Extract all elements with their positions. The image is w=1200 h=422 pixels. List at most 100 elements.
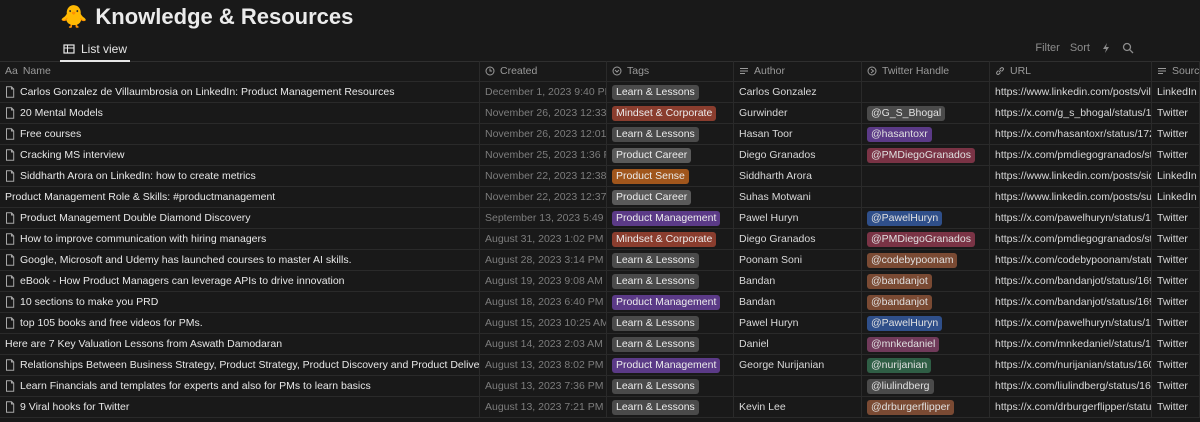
tags-cell[interactable]: Learn & Lessons — [607, 334, 734, 354]
source-cell[interactable]: LinkedIn — [1152, 166, 1200, 186]
table-row[interactable]: Google, Microsoft and Udemy has launched… — [0, 250, 1200, 271]
name-cell[interactable]: eBook - How Product Managers can leverag… — [0, 271, 480, 291]
name-cell[interactable]: top 105 books and free videos for PMs. — [0, 313, 480, 333]
column-header-name[interactable]: Aa Name — [0, 61, 480, 81]
row-name[interactable]: 9 Viral hooks for Twitter — [20, 401, 129, 413]
tags-cell[interactable]: Product Career — [607, 187, 734, 207]
name-cell[interactable]: Carlos Gonzalez de Villaumbrosia on Link… — [0, 82, 480, 102]
author-cell[interactable]: Pawel Huryn — [734, 208, 862, 228]
source-cell[interactable]: Twitter — [1152, 376, 1200, 396]
url-cell[interactable]: https://x.com/mnkedaniel/status/169 — [990, 334, 1152, 354]
search-icon[interactable] — [1122, 42, 1134, 54]
url-cell[interactable]: https://x.com/nurijanian/status/16091 — [990, 355, 1152, 375]
name-cell[interactable]: 9 Viral hooks for Twitter — [0, 397, 480, 417]
source-cell[interactable]: Twitter — [1152, 397, 1200, 417]
tags-cell[interactable]: Product Management — [607, 292, 734, 312]
table-row[interactable]: 10 sections to make you PRD August 18, 20… — [0, 292, 1200, 313]
url-cell[interactable]: https://x.com/pawelhuryn/status/169 — [990, 313, 1152, 333]
column-header-created[interactable]: Created — [480, 61, 607, 81]
name-cell[interactable]: How to improve communication with hiring… — [0, 229, 480, 249]
table-row[interactable]: Product Management Role & Skills: #produ… — [0, 187, 1200, 208]
lightning-icon[interactable] — [1100, 42, 1112, 54]
tags-cell[interactable]: Learn & Lessons — [607, 397, 734, 417]
row-name[interactable]: Cracking MS interview — [20, 149, 124, 161]
url-cell[interactable]: https://www.linkedin.com/posts/villaumbr… — [990, 82, 1152, 102]
source-cell[interactable]: Twitter — [1152, 271, 1200, 291]
row-name[interactable]: Product Management Double Diamond Discov… — [20, 212, 251, 224]
source-cell[interactable]: Twitter — [1152, 250, 1200, 270]
source-cell[interactable]: Twitter — [1152, 145, 1200, 165]
name-cell[interactable]: Product Management Double Diamond Discov… — [0, 208, 480, 228]
row-name[interactable]: Learn Financials and templates for exper… — [20, 380, 371, 392]
tags-cell[interactable]: Product Sense — [607, 166, 734, 186]
row-name[interactable]: Relationships Between Business Strategy,… — [20, 359, 479, 371]
tags-cell[interactable]: Learn & Lessons — [607, 250, 734, 270]
url-cell[interactable]: https://x.com/drburgerflipper/status/1 — [990, 397, 1152, 417]
name-cell[interactable]: Cracking MS interview — [0, 145, 480, 165]
tags-cell[interactable]: Learn & Lessons — [607, 124, 734, 144]
url-cell[interactable]: https://x.com/hasantoxr/status/17286 — [990, 124, 1152, 144]
table-row[interactable]: Here are 7 Key Valuation Lessons from As… — [0, 334, 1200, 355]
row-name[interactable]: top 105 books and free videos for PMs. — [20, 317, 203, 329]
source-cell[interactable]: Twitter — [1152, 313, 1200, 333]
table-row[interactable]: eBook - How Product Managers can leverag… — [0, 271, 1200, 292]
source-cell[interactable]: Twitter — [1152, 124, 1200, 144]
row-name[interactable]: Carlos Gonzalez de Villaumbrosia on Link… — [20, 86, 395, 98]
column-header-twitter-handle[interactable]: Twitter Handle — [862, 61, 990, 81]
name-cell[interactable]: Learn Financials and templates for exper… — [0, 376, 480, 396]
row-name[interactable]: Google, Microsoft and Udemy has launched… — [20, 254, 351, 266]
tab-list-view[interactable]: List view — [60, 37, 131, 62]
author-cell[interactable]: Poonam Soni — [734, 250, 862, 270]
url-cell[interactable]: https://www.linkedin.com/posts/suhas — [990, 187, 1152, 207]
author-cell[interactable]: Gurwinder — [734, 103, 862, 123]
table-row[interactable]: How to improve communication with hiring… — [0, 229, 1200, 250]
tags-cell[interactable]: Mindset & Corporate — [607, 229, 734, 249]
source-cell[interactable]: Twitter — [1152, 208, 1200, 228]
table-row[interactable]: Free courses November 26, 2023 12:01 AM Le… — [0, 124, 1200, 145]
name-cell[interactable]: Here are 7 Key Valuation Lessons from As… — [0, 334, 480, 354]
column-header-source[interactable]: Source — [1152, 61, 1200, 81]
tags-cell[interactable]: Mindset & Corporate — [607, 103, 734, 123]
tags-cell[interactable]: Product Management — [607, 208, 734, 228]
url-cell[interactable]: https://www.linkedin.com/posts/siddh — [990, 166, 1152, 186]
url-cell[interactable]: https://x.com/bandanjot/status/16928 — [990, 271, 1152, 291]
row-name[interactable]: How to improve communication with hiring… — [20, 233, 266, 245]
source-cell[interactable]: Twitter — [1152, 334, 1200, 354]
name-cell[interactable]: Relationships Between Business Strategy,… — [0, 355, 480, 375]
author-cell[interactable]: Diego Granados — [734, 145, 862, 165]
row-name[interactable]: eBook - How Product Managers can leverag… — [20, 275, 345, 287]
url-cell[interactable]: https://x.com/codebypoonam/status/ — [990, 250, 1152, 270]
name-cell[interactable]: Free courses — [0, 124, 480, 144]
author-cell[interactable]: Bandan — [734, 292, 862, 312]
author-cell[interactable]: Siddharth Arora — [734, 166, 862, 186]
author-cell[interactable]: Hasan Toor — [734, 124, 862, 144]
column-header-tags[interactable]: Tags — [607, 61, 734, 81]
source-cell[interactable]: Twitter — [1152, 103, 1200, 123]
source-cell[interactable]: LinkedIn — [1152, 82, 1200, 102]
name-cell[interactable]: 10 sections to make you PRD — [0, 292, 480, 312]
source-cell[interactable]: LinkedIn — [1152, 187, 1200, 207]
url-cell[interactable]: https://x.com/liulindberg/status/1690 — [990, 376, 1152, 396]
table-row[interactable]: Carlos Gonzalez de Villaumbrosia on Link… — [0, 82, 1200, 103]
author-cell[interactable]: Kevin Lee — [734, 397, 862, 417]
row-name[interactable]: 10 sections to make you PRD — [20, 296, 158, 308]
name-cell[interactable]: Google, Microsoft and Udemy has launched… — [0, 250, 480, 270]
tags-cell[interactable]: Product Career — [607, 145, 734, 165]
source-cell[interactable]: Twitter — [1152, 292, 1200, 312]
column-header-author[interactable]: Author — [734, 61, 862, 81]
author-cell[interactable]: George Nurijanian — [734, 355, 862, 375]
column-header-url[interactable]: URL — [990, 61, 1152, 81]
source-cell[interactable]: Twitter — [1152, 355, 1200, 375]
name-cell[interactable]: 20 Mental Models — [0, 103, 480, 123]
row-name[interactable]: Product Management Role & Skills: #produ… — [5, 191, 275, 203]
table-row[interactable]: Siddharth Arora on LinkedIn: how to crea… — [0, 166, 1200, 187]
table-row[interactable]: Relationships Between Business Strategy,… — [0, 355, 1200, 376]
table-row[interactable]: 20 Mental Models November 26, 2023 12:33 … — [0, 103, 1200, 124]
name-cell[interactable]: Product Management Role & Skills: #produ… — [0, 187, 480, 207]
tags-cell[interactable]: Product Management — [607, 355, 734, 375]
table-row[interactable]: Learn Financials and templates for exper… — [0, 376, 1200, 397]
filter-button[interactable]: Filter — [1035, 42, 1059, 54]
url-cell[interactable]: https://x.com/bandanjot/status/16926 — [990, 292, 1152, 312]
url-cell[interactable]: https://x.com/g_s_bhogal/status/172 — [990, 103, 1152, 123]
table-row[interactable]: top 105 books and free videos for PMs. Au… — [0, 313, 1200, 334]
